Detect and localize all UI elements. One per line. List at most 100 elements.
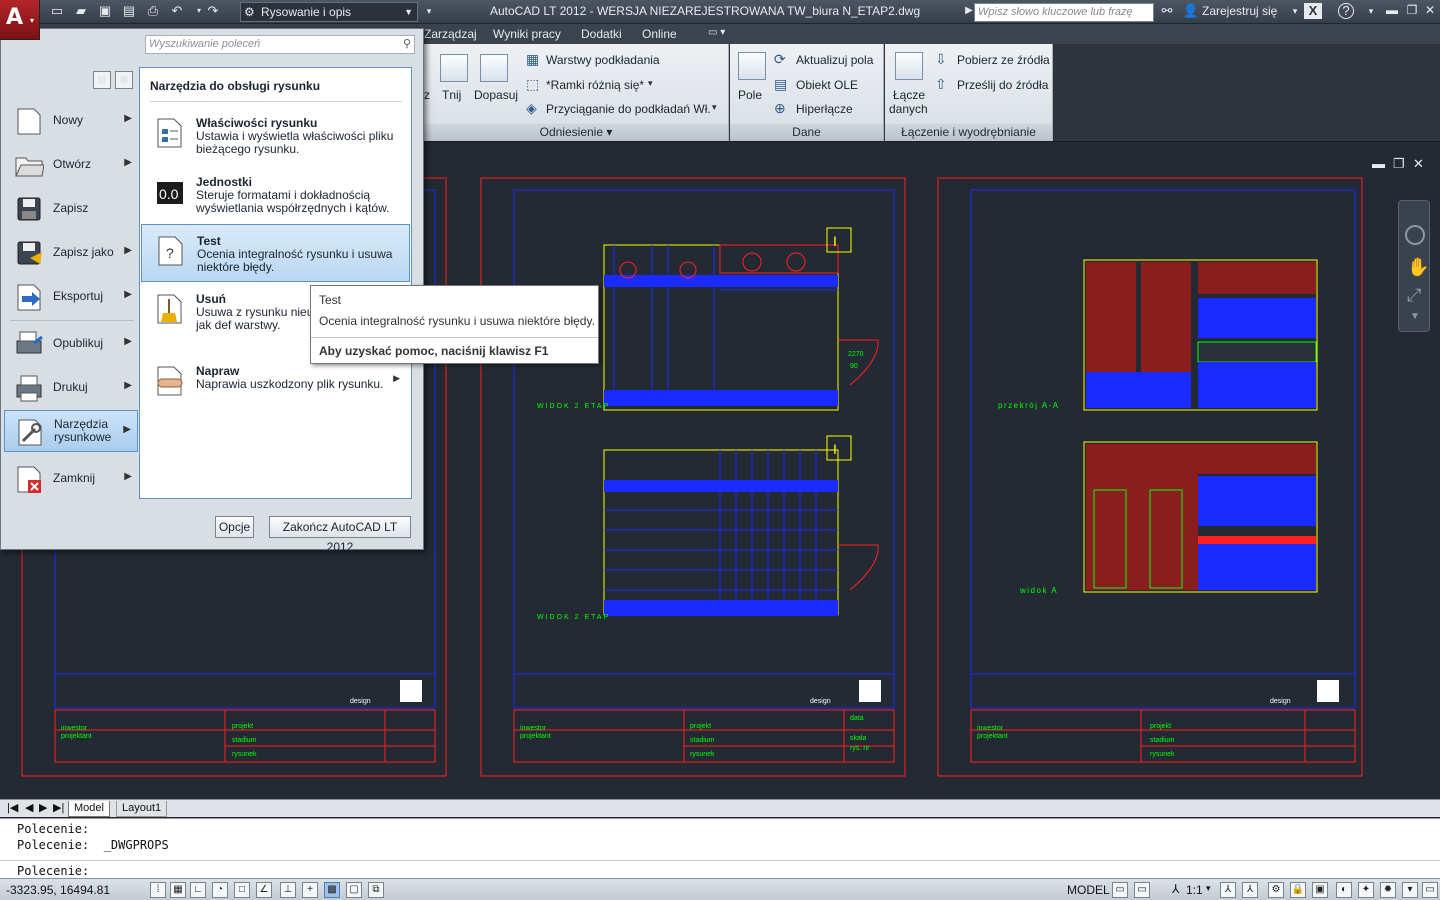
menu-open[interactable]: Otwórz ▶ [4,144,138,186]
tab-manage[interactable]: Zarządzaj [424,27,477,41]
menu-print[interactable]: Drukuj ▶ [4,367,138,409]
data-link-icon[interactable] [895,52,923,80]
application-button[interactable]: A ▾ [0,0,40,40]
menu-drawing-utilities[interactable]: Narzędzia rysunkowe ▶ [4,410,138,452]
lineweight-icon[interactable]: ▩ [324,882,340,898]
clip-icon[interactable] [440,54,468,82]
snap-underlay-button[interactable]: Przyciąganie do podkładań Wł. [546,102,711,116]
annotation-scale[interactable]: 1:1 [1186,883,1203,897]
workspace-selector[interactable]: ⚙ Rysowanie i opis ▼ [240,2,418,22]
command-input[interactable]: Polecenie: [0,860,1440,879]
adjust-button[interactable]: Dopasuj [474,88,518,102]
ole-object-button[interactable]: Obiekt OLE [796,78,858,92]
hardware-accel-icon[interactable]: ▣ [1312,882,1328,898]
menu-close[interactable]: Zamknij ▶ [4,458,138,500]
navbar-menu-icon[interactable]: ▼ [1410,311,1420,322]
tab-online[interactable]: Online [642,27,677,41]
grid-icon[interactable]: ▦ [170,882,186,898]
steering-wheel-icon[interactable] [1405,225,1425,245]
redo-icon[interactable]: ↷ [204,3,222,19]
reference-panel-title[interactable]: Odniesienie ▾ [424,124,728,141]
new-icon[interactable]: ▭ [48,3,66,19]
save-as-icon[interactable]: ▤ [120,3,138,19]
minimize-icon[interactable]: ▬ [1382,3,1402,17]
isolate-objects-icon[interactable]: ◐ [1336,882,1352,898]
quick-view-layouts-icon[interactable]: ▭ [1112,882,1128,898]
tab-output[interactable]: Wyniki pracy [493,27,561,41]
clean-screen-icon[interactable]: ✦ [1358,882,1374,898]
annotation-visibility-icon[interactable]: ⅄ [1220,882,1236,898]
tab-model[interactable]: Model [68,801,110,817]
exit-autocad-button[interactable]: Zakończ AutoCAD LT 2012 [269,516,411,554]
selection-cycling-icon[interactable]: ⧉ [368,882,384,898]
osnap-icon[interactable]: □ [234,882,250,898]
command-search-input[interactable]: Wyszukiwanie poleceń ⚲ [145,35,415,54]
coordinates-readout[interactable]: -3323.95, 16494.81 [6,883,110,897]
otrack-icon[interactable]: ∠ [256,882,272,898]
scale-dropdown-icon[interactable]: ▾ [1206,883,1211,894]
open-icon[interactable]: ▰ [72,3,90,19]
tab-layout1[interactable]: Layout1 [116,801,168,817]
viewport-restore-icon[interactable]: ❐ [1393,156,1405,172]
annotation-scale-icon[interactable]: ⅄ [1172,882,1179,896]
submenu-item-units[interactable]: 0.0 Jednostki Steruje formatami i dokład… [141,166,410,224]
data-link-button-line1[interactable]: Łącze [893,88,925,102]
model-space-toggle[interactable]: MODEL [1067,883,1110,897]
snap-chevron-icon[interactable]: ▾ [712,102,717,113]
help-dropdown-icon[interactable]: ▾ [1362,3,1380,19]
tab-addins[interactable]: Dodatki [581,27,622,41]
user-icon[interactable]: 👤 [1182,3,1200,19]
hyperlink-button[interactable]: Hiperłącze [796,102,853,116]
menu-publish[interactable]: Opublikuj ▶ [4,323,138,365]
undo-icon[interactable]: ↶ [168,3,186,19]
help-icon[interactable]: ? [1338,3,1354,19]
frames-dropdown[interactable]: *Ramki różnią się* [546,78,644,92]
open-documents-icon[interactable]: ▣ [115,71,133,89]
menu-new[interactable]: Nowy ▶ [4,100,138,142]
submenu-item-audit[interactable]: ? Test Ocenia integralność rysunku i usu… [141,224,410,282]
register-link[interactable]: Zarejestruj się [1202,4,1277,18]
lock-icon[interactable]: 🔒 [1290,882,1306,898]
underlay-layers-button[interactable]: Warstwy podkładania [546,53,660,67]
zoom-extents-icon[interactable]: ⤢ [1407,285,1421,306]
upload-source-button[interactable]: Prześlij do źródła [957,78,1048,92]
update-fields-button[interactable]: Aktualizuj pola [796,53,873,67]
submenu-item-drawing-properties[interactable]: Właściwości rysunku Ustawia i wyświetla … [141,107,410,165]
bulb-icon[interactable]: ✹ [1380,882,1396,898]
binoculars-icon[interactable]: ⚯ [1158,3,1176,19]
exchange-icon[interactable]: X [1304,3,1322,19]
fullscreen-icon[interactable]: ▭ [1422,882,1438,898]
viewport-close-icon[interactable]: ✕ [1413,156,1424,172]
save-icon[interactable]: ▣ [96,3,114,19]
workspace-switch-icon[interactable]: ⚙ [1268,882,1284,898]
ortho-icon[interactable]: ∟ [190,882,206,898]
clip-button[interactable]: Tnij [442,88,461,102]
print-icon[interactable]: ⎙ [144,3,162,19]
polar-icon[interactable]: ◔ [212,882,228,898]
menu-save[interactable]: Zapisz [4,188,138,230]
menu-export[interactable]: Eksportuj ▶ [4,276,138,318]
snap-mode-icon[interactable]: ⁞ [150,882,166,898]
menu-save-as[interactable]: Zapisz jako ▶ [4,232,138,274]
data-link-button-line2[interactable]: danych [889,102,928,116]
register-dropdown-icon[interactable]: ▾ [1286,3,1304,19]
options-button[interactable]: Opcje [215,516,254,538]
field-button[interactable]: Pole [738,88,762,102]
auto-scale-icon[interactable]: ⅄ [1242,882,1258,898]
keyword-search-input[interactable]: Wpisz słowo kluczowe lub frazę [974,3,1154,22]
quick-view-drawings-icon[interactable]: ▭ [1134,882,1150,898]
adjust-icon[interactable] [480,54,508,82]
ribbon-minimize-icon[interactable]: ▭ ▾ [708,27,725,38]
status-menu-icon[interactable]: ▾ [1402,882,1418,898]
navigation-bar[interactable]: ✋ ⤢ ▼ [1398,200,1430,332]
pan-icon[interactable]: ✋ [1407,257,1429,278]
recent-documents-icon[interactable]: ▤ [93,71,111,89]
qat-dropdown-icon[interactable]: ▾ [420,3,438,19]
dyn-ucs-icon[interactable]: ⊥ [280,882,296,898]
last-layout-icon[interactable]: ▶| [48,801,69,817]
download-source-button[interactable]: Pobierz ze źródła [957,53,1050,67]
close-icon[interactable]: ✕ [1420,3,1440,17]
maximize-icon[interactable]: ❐ [1402,3,1422,17]
transparency-icon[interactable]: ▢ [346,882,362,898]
field-icon[interactable] [738,52,766,80]
